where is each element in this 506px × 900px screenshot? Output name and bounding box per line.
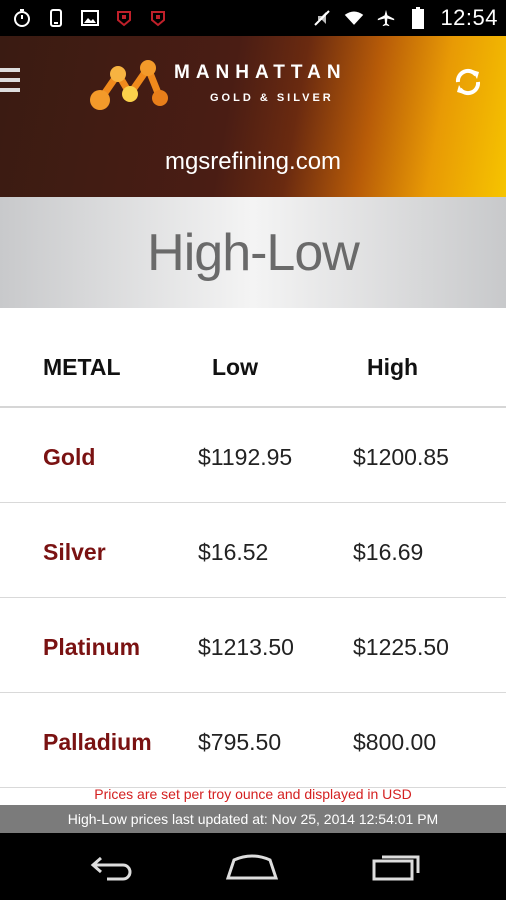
molecule-logo-icon [90,60,168,110]
mute-icon [312,8,332,28]
brand-name: MANHATTAN [174,62,347,83]
app-notification-icon [148,8,168,28]
low-price: $1192.95 [198,444,293,470]
table-row: Gold $1192.95 $1200.85 [0,408,506,503]
status-time: 12:54 [440,5,498,30]
high-price: $800.00 [353,729,437,755]
phone-vibrate-icon [46,8,66,28]
system-nav-bar [0,833,506,900]
menu-button[interactable] [0,68,22,98]
menu-icon [0,68,20,72]
last-updated-bar: High-Low prices last updated at: Nov 25,… [0,805,506,833]
site-url: mgsrefining.com [164,148,342,175]
airplane-icon [376,8,396,28]
home-button[interactable] [222,847,282,887]
table-header-row: METAL Low High [0,308,506,408]
recent-apps-button[interactable] [366,847,426,887]
brand-subtitle: GOLD & SILVER [210,92,334,104]
home-icon [225,854,279,880]
refresh-icon [455,68,481,96]
metal-name: Palladium [43,729,152,755]
low-price: $16.52 [198,539,269,565]
status-bar: 12:54 [0,0,506,36]
wifi-icon [344,8,364,28]
battery-icon [408,7,428,29]
back-button[interactable] [82,847,142,887]
back-icon [90,856,132,881]
app-notification-icon [114,8,134,28]
page-title: High-Low [147,224,360,282]
stopwatch-icon [12,8,32,28]
metal-name: Platinum [43,634,141,660]
app-header: MANHATTAN GOLD & SILVER mgsrefining.com [0,36,506,197]
refresh-button[interactable] [450,64,486,100]
recent-apps-icon [372,855,420,881]
title-band: High-Low [0,197,506,308]
column-header-high: High [367,354,419,380]
column-header-metal: METAL [43,354,121,380]
brand-logo: MANHATTAN GOLD & SILVER [86,56,386,128]
low-price: $1213.50 [198,634,294,660]
metal-name: Silver [43,539,106,565]
low-price: $795.50 [198,729,282,755]
high-price: $1225.50 [353,634,449,660]
high-price: $1200.85 [353,444,449,470]
price-note: Prices are set per troy ounce and displa… [94,786,412,802]
price-table: METAL Low High Gold $1192.95 $1200.85 Si… [0,308,506,788]
image-icon [80,8,100,28]
table-row: Palladium $795.50 $800.00 [0,693,506,788]
metal-name: Gold [43,444,96,470]
column-header-low: Low [212,354,258,380]
table-row: Silver $16.52 $16.69 [0,503,506,598]
high-price: $16.69 [353,539,424,565]
table-row: Platinum $1213.50 $1225.50 [0,598,506,693]
